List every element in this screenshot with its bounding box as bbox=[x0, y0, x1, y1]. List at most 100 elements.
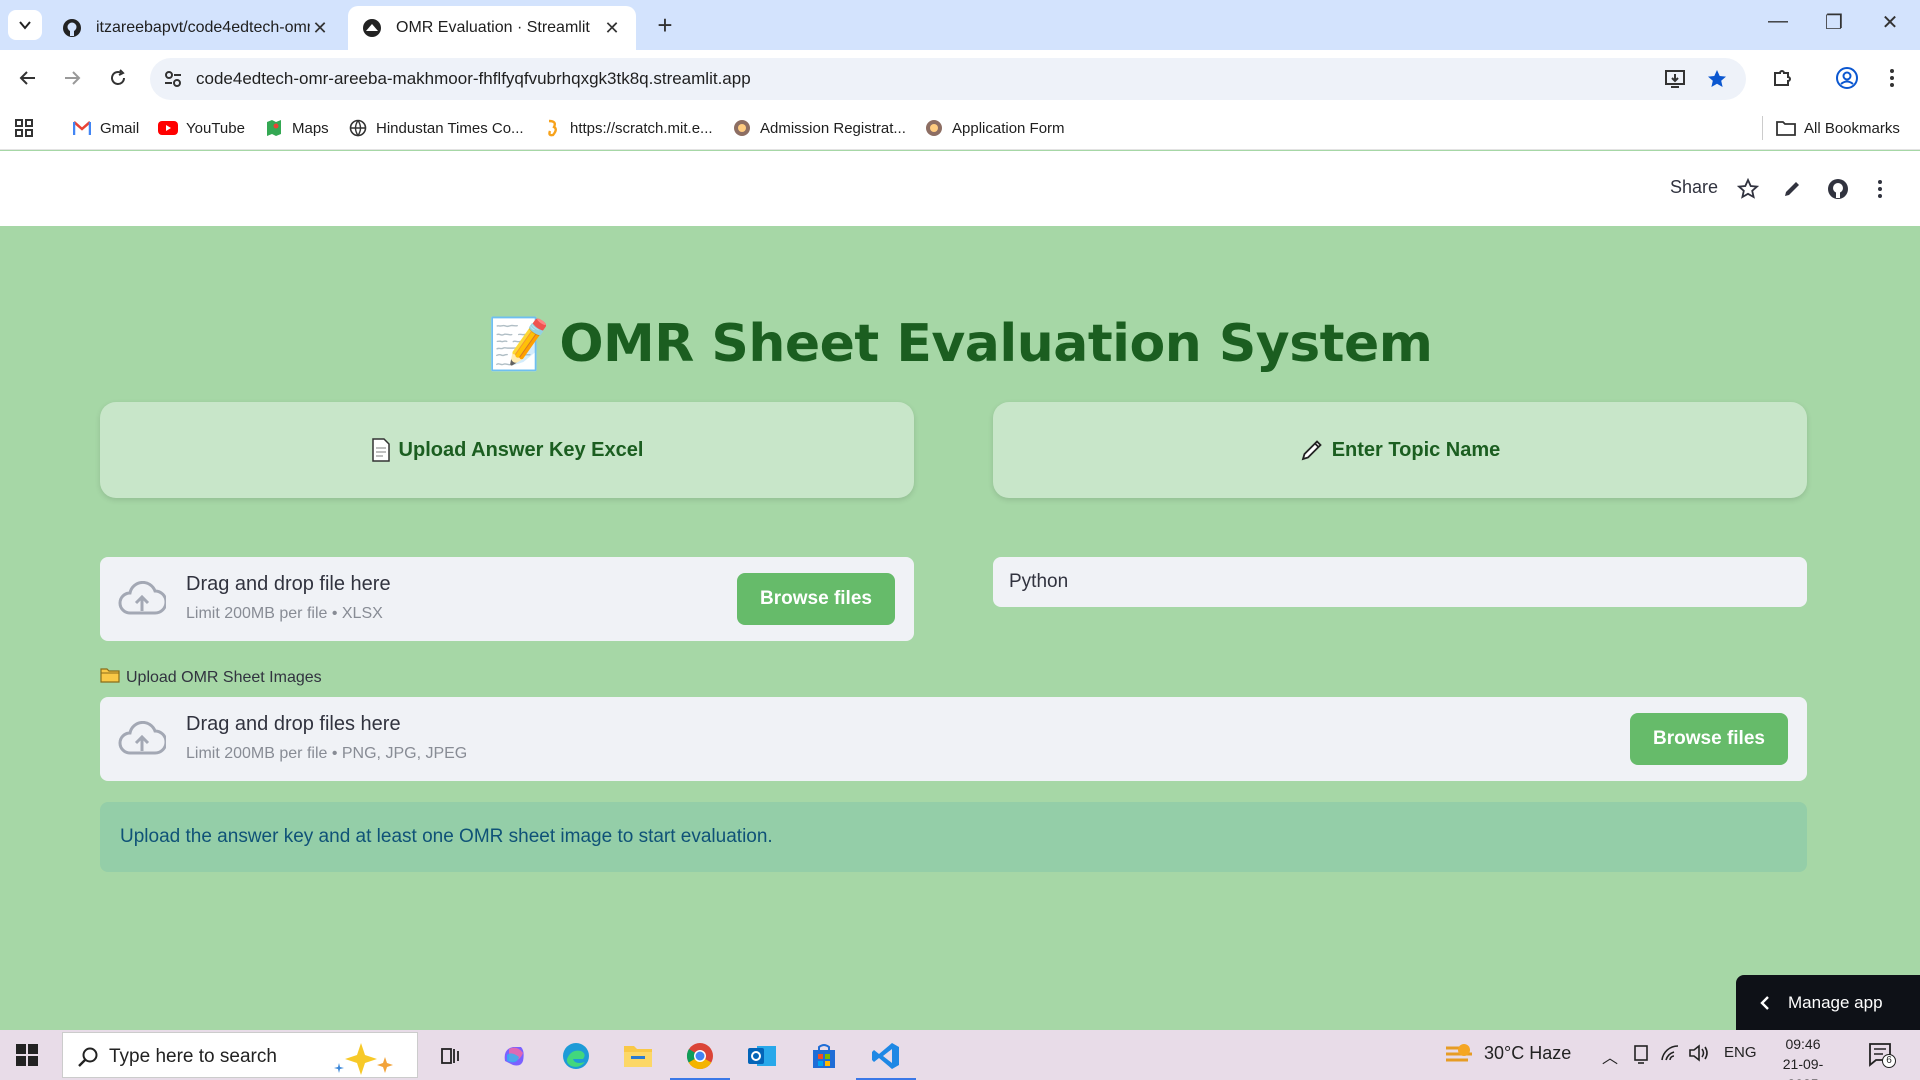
bookmark-hindustan-times[interactable]: Hindustan Times Co... bbox=[348, 116, 524, 140]
volume-icon[interactable] bbox=[1688, 1044, 1710, 1062]
edge-button[interactable] bbox=[556, 1036, 596, 1076]
cloud-upload-icon bbox=[118, 721, 166, 755]
forward-button[interactable] bbox=[58, 64, 86, 92]
bookmark-application-form[interactable]: Application Form bbox=[924, 116, 1065, 140]
minimize-button[interactable]: — bbox=[1758, 10, 1798, 33]
kebab-menu-icon bbox=[1890, 69, 1894, 87]
store-button[interactable] bbox=[804, 1036, 844, 1076]
tab-title: OMR Evaluation · Streamlit bbox=[396, 19, 590, 36]
topic-input[interactable] bbox=[993, 557, 1807, 607]
streamlit-header: Share bbox=[0, 151, 1920, 226]
cloud-upload-icon bbox=[118, 581, 166, 615]
emblem-icon bbox=[924, 118, 944, 138]
chrome-button[interactable] bbox=[670, 1036, 730, 1080]
device-icon[interactable] bbox=[1632, 1044, 1650, 1064]
bookmark-gmail[interactable]: Gmail bbox=[72, 116, 139, 140]
reload-icon bbox=[111, 69, 125, 85]
weather-text[interactable]: 30°C Haze bbox=[1484, 1043, 1571, 1064]
wifi-icon[interactable] bbox=[1660, 1044, 1680, 1062]
reload-button[interactable] bbox=[104, 64, 132, 92]
github-button[interactable] bbox=[1824, 175, 1852, 203]
chevron-left-icon bbox=[1760, 995, 1769, 1010]
task-view-button[interactable] bbox=[430, 1036, 470, 1076]
windows-start-icon[interactable] bbox=[16, 1044, 38, 1066]
globe-icon bbox=[348, 118, 368, 138]
extensions-button[interactable] bbox=[1768, 64, 1796, 92]
browser-tab-bar: itzareebapvt/code4edtech-omr ✕ OMR Evalu… bbox=[0, 0, 1920, 50]
answer-key-dropzone[interactable]: Drag and drop file here Limit 200MB per … bbox=[100, 557, 914, 641]
all-bookmarks-button[interactable]: All Bookmarks bbox=[1776, 116, 1900, 140]
bookmark-star-icon[interactable] bbox=[1706, 68, 1728, 90]
chevron-up-icon[interactable]: ︿ bbox=[1602, 1044, 1618, 1068]
pencil-icon bbox=[1785, 182, 1799, 196]
maps-icon bbox=[264, 118, 284, 138]
bookmarks-bar: Gmail YouTube Maps Hindustan Times Co...… bbox=[0, 106, 1920, 150]
sparkle-icon bbox=[334, 1043, 393, 1075]
tab-streamlit[interactable]: OMR Evaluation · Streamlit ✕ bbox=[348, 6, 636, 50]
bookmarks-divider bbox=[1762, 116, 1763, 140]
edit-button[interactable] bbox=[1778, 175, 1806, 203]
bookmark-youtube[interactable]: YouTube bbox=[158, 116, 245, 140]
chrome-icon bbox=[686, 1043, 713, 1070]
address-bar[interactable]: code4edtech-omr-areeba-makhmoor-fhflfyqf… bbox=[150, 58, 1746, 100]
window-close-button[interactable]: ✕ bbox=[1870, 10, 1910, 35]
close-icon[interactable]: ✕ bbox=[602, 18, 622, 39]
windows-taskbar: Type here to search 30°C Haze ︿ ENG 09:4… bbox=[0, 1030, 1920, 1080]
puzzle-icon bbox=[1774, 70, 1791, 86]
notification-count: 6 bbox=[1882, 1054, 1896, 1068]
bookmark-maps[interactable]: Maps bbox=[264, 116, 329, 140]
topic-card: Enter Topic Name bbox=[993, 402, 1807, 498]
weather-icon[interactable] bbox=[1444, 1040, 1474, 1073]
vscode-icon bbox=[872, 1043, 899, 1069]
arrow-left-icon bbox=[19, 71, 35, 85]
dropzone-title: Drag and drop files here bbox=[186, 713, 401, 735]
browser-menu-button[interactable] bbox=[1878, 64, 1906, 92]
new-tab-button[interactable]: + bbox=[650, 10, 680, 41]
star-icon bbox=[1737, 178, 1759, 199]
favorite-button[interactable] bbox=[1734, 175, 1762, 203]
copilot-button[interactable] bbox=[494, 1036, 534, 1076]
dropzone-limit: Limit 200MB per file • XLSX bbox=[186, 605, 383, 622]
language-indicator[interactable]: ENG bbox=[1724, 1044, 1757, 1061]
pencil-icon bbox=[1300, 438, 1324, 462]
chevron-down-icon bbox=[19, 21, 31, 30]
gmail-icon bbox=[72, 118, 92, 138]
tab-github[interactable]: itzareebapvt/code4edtech-omr ✕ bbox=[48, 6, 344, 50]
omr-browse-button[interactable]: Browse files bbox=[1630, 713, 1788, 765]
back-button[interactable] bbox=[14, 64, 42, 92]
taskbar-search[interactable]: Type here to search bbox=[62, 1032, 418, 1078]
site-info-icon[interactable] bbox=[162, 68, 184, 90]
manage-app-button[interactable]: Manage app bbox=[1736, 975, 1920, 1030]
copilot-icon bbox=[504, 1047, 524, 1066]
folder-icon bbox=[624, 1046, 652, 1067]
share-button[interactable]: Share bbox=[1670, 177, 1718, 198]
notification-button[interactable]: 6 bbox=[1868, 1042, 1896, 1073]
youtube-icon bbox=[158, 118, 178, 138]
omr-dropzone[interactable]: Drag and drop files here Limit 200MB per… bbox=[100, 697, 1807, 781]
arrow-right-icon bbox=[65, 71, 81, 85]
close-icon[interactable]: ✕ bbox=[310, 18, 330, 39]
answer-key-card: Upload Answer Key Excel bbox=[100, 402, 914, 498]
vscode-button[interactable] bbox=[856, 1036, 916, 1080]
install-app-icon[interactable] bbox=[1664, 68, 1686, 90]
file-explorer-button[interactable] bbox=[618, 1036, 658, 1076]
document-icon bbox=[371, 438, 391, 462]
tab-search-button[interactable] bbox=[8, 10, 42, 40]
streamlit-icon bbox=[363, 19, 381, 37]
memo-icon: 📝 bbox=[487, 315, 550, 373]
task-view-icon bbox=[441, 1048, 459, 1064]
outlook-button[interactable] bbox=[742, 1036, 782, 1076]
bookmark-admission[interactable]: Admission Registrat... bbox=[732, 116, 906, 140]
restore-button[interactable]: ❐ bbox=[1814, 10, 1854, 35]
app-menu-button[interactable] bbox=[1866, 175, 1894, 203]
bookmark-scratch[interactable]: https://scratch.mit.e... bbox=[542, 116, 713, 140]
tab-title: itzareebapvt/code4edtech-omr bbox=[96, 19, 310, 36]
apps-button[interactable] bbox=[14, 116, 34, 140]
folder-icon bbox=[1776, 118, 1796, 138]
folder-icon bbox=[100, 667, 120, 688]
answer-key-browse-button[interactable]: Browse files bbox=[737, 573, 895, 625]
emblem-icon bbox=[732, 118, 752, 138]
clock[interactable]: 09:46 21-09-2025 bbox=[1768, 1034, 1838, 1080]
info-alert: Upload the answer key and at least one O… bbox=[100, 802, 1807, 872]
profile-button[interactable] bbox=[1833, 64, 1861, 92]
